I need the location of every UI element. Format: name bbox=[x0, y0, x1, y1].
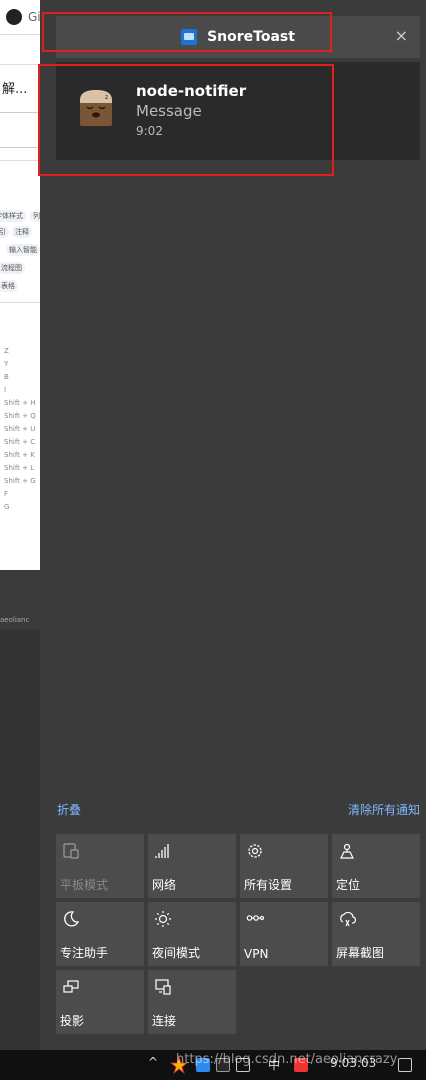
moon-icon bbox=[64, 911, 80, 927]
node-notifier-toast-icon: z bbox=[80, 90, 112, 126]
notification-title: node-notifier bbox=[136, 82, 247, 100]
divider bbox=[0, 302, 40, 303]
shortcut-text: Shift + L bbox=[4, 464, 35, 472]
quick-action-label: 连接 bbox=[152, 1014, 177, 1028]
shortcut-text: Shift + G bbox=[4, 477, 36, 485]
notification-toast[interactable]: z node-notifier Message 9:02 bbox=[56, 62, 420, 160]
background-chip: 列 bbox=[30, 210, 40, 222]
notification-group-header[interactable]: SnoreToast × bbox=[56, 16, 420, 58]
quick-action-project[interactable]: 投影 bbox=[56, 970, 144, 1034]
quick-action-tablet-mode[interactable]: 平板模式 bbox=[56, 834, 144, 898]
background-chip: 注释 bbox=[12, 226, 32, 238]
divider bbox=[0, 160, 40, 161]
taskbar-clock[interactable]: 9:03:03 bbox=[330, 1056, 376, 1070]
shortcut-text: Y bbox=[4, 360, 9, 368]
collapse-link[interactable]: 折叠 bbox=[57, 801, 81, 818]
notification-message: Message bbox=[136, 102, 202, 120]
quick-action-night-light[interactable]: 夜间模式 bbox=[148, 902, 236, 966]
notification-app-name: SnoreToast bbox=[207, 29, 295, 45]
svg-text:z: z bbox=[105, 94, 108, 101]
notification-time: 9:02 bbox=[136, 124, 163, 138]
network-icon bbox=[155, 844, 169, 858]
quick-action-connect[interactable]: 连接 bbox=[148, 970, 236, 1034]
quick-action-location[interactable]: 定位 bbox=[332, 834, 420, 898]
background-chip: 字体样式 bbox=[0, 210, 26, 222]
star-tray-icon[interactable] bbox=[170, 1056, 188, 1074]
clear-all-notifications-link[interactable]: 清除所有通知 bbox=[348, 801, 420, 818]
shortcut-text: Shift + Q bbox=[4, 412, 36, 420]
quick-action-label: 所有设置 bbox=[244, 878, 293, 892]
ime-indicator[interactable]: 中 bbox=[268, 1056, 280, 1073]
shortcut-text: G bbox=[4, 503, 10, 511]
quick-action-label: 网络 bbox=[152, 878, 177, 892]
quick-action-focus-assist[interactable]: 专注助手 bbox=[56, 902, 144, 966]
shortcut-text: Z bbox=[4, 347, 9, 355]
tray-app-icon[interactable] bbox=[196, 1058, 210, 1072]
background-chip: 流程图 bbox=[0, 262, 25, 274]
action-center-panel: SnoreToast × z node-notifier Message 9:0… bbox=[40, 0, 426, 1050]
connect-icon bbox=[155, 979, 171, 995]
tray-app-icon[interactable] bbox=[216, 1058, 230, 1072]
shortcut-text: Shift + U bbox=[4, 425, 36, 433]
background-gray-region bbox=[0, 630, 40, 1050]
settings-gear-icon bbox=[248, 844, 262, 858]
screen-snip-icon bbox=[340, 911, 356, 927]
quick-actions-grid: 平板模式 网络 所有设置 定位 专注助手 夜间模式 VPN 屏幕截图 投影 连接 bbox=[56, 834, 422, 1034]
notification-center-icon[interactable] bbox=[398, 1058, 412, 1072]
shortcut-text: B bbox=[4, 373, 9, 381]
background-input-box bbox=[0, 112, 40, 148]
background-chip: 引 bbox=[0, 226, 9, 238]
background-chip: 输入智能 bbox=[6, 244, 40, 256]
background-browser-window: Gi 解... 字体样式 列 引 注释 输入智能 流程图 表格 Z Y B I … bbox=[0, 0, 40, 1050]
divider bbox=[0, 64, 40, 65]
quick-action-label: 屏幕截图 bbox=[336, 946, 385, 960]
shortcut-text: Shift + C bbox=[4, 438, 36, 446]
browser-tab-text: Gi bbox=[28, 10, 40, 24]
show-hidden-icons-chevron[interactable]: ^ bbox=[148, 1055, 158, 1069]
taskbar: ^ 中 9:03:03 bbox=[0, 1050, 426, 1080]
sogou-ime-icon[interactable] bbox=[294, 1058, 308, 1072]
quick-action-label: 专注助手 bbox=[60, 946, 109, 960]
vpn-icon bbox=[246, 915, 264, 921]
shortcut-text: Shift + K bbox=[4, 451, 35, 459]
tablet-mode-icon bbox=[63, 843, 79, 859]
github-icon bbox=[6, 9, 22, 25]
background-chip: 表格 bbox=[0, 280, 18, 292]
quick-action-network[interactable]: 网络 bbox=[148, 834, 236, 898]
speaker-icon[interactable] bbox=[236, 1058, 250, 1072]
shortcut-text: F bbox=[4, 490, 9, 498]
brightness-icon bbox=[155, 911, 171, 927]
project-icon bbox=[63, 980, 79, 993]
shortcut-text: Shift + H bbox=[4, 399, 36, 407]
quick-action-vpn[interactable]: VPN bbox=[240, 902, 328, 966]
quick-action-label: 夜间模式 bbox=[152, 946, 201, 960]
background-text: 解... bbox=[2, 82, 28, 97]
quick-action-screen-snip[interactable]: 屏幕截图 bbox=[332, 902, 420, 966]
shortcut-text: I bbox=[4, 386, 7, 394]
quick-action-label: 投影 bbox=[60, 1014, 85, 1028]
divider bbox=[0, 34, 40, 35]
quick-action-label: 定位 bbox=[336, 878, 361, 892]
close-icon[interactable]: × bbox=[395, 26, 408, 45]
quick-action-label: VPN bbox=[244, 947, 269, 961]
snoretoast-app-icon bbox=[181, 29, 198, 45]
quick-action-all-settings[interactable]: 所有设置 bbox=[240, 834, 328, 898]
location-icon bbox=[340, 843, 354, 859]
background-dark-text: aeolianc bbox=[0, 616, 30, 624]
quick-action-label: 平板模式 bbox=[60, 878, 109, 892]
